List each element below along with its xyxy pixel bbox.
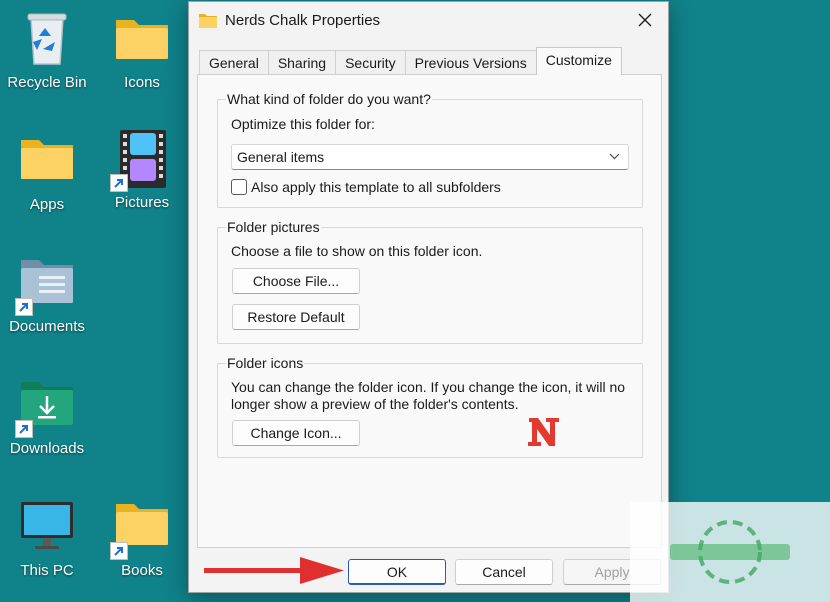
- subfolders-checkbox[interactable]: [231, 179, 247, 195]
- downloads-folder-icon: [15, 374, 77, 438]
- properties-dialog: Nerds Chalk Properties General Sharing S…: [188, 1, 669, 593]
- group-heading: What kind of folder do you want?: [226, 91, 432, 107]
- folder-pictures-group: Folder pictures Choose a file to show on…: [217, 219, 643, 344]
- choose-file-button[interactable]: Choose File...: [232, 268, 360, 294]
- desktop-icon-label: Apps: [29, 196, 65, 213]
- optimize-folder-select[interactable]: General items: [231, 144, 629, 170]
- folder-icon: [17, 130, 77, 190]
- desktop-icon-label: Pictures: [114, 194, 170, 211]
- dialog-title: Nerds Chalk Properties: [225, 11, 381, 29]
- watermark-overlay: [630, 502, 830, 602]
- optimize-label: Optimize this folder for:: [231, 116, 375, 132]
- change-icon-button[interactable]: Change Icon...: [232, 420, 360, 446]
- desktop-icon-downloads[interactable]: Downloads: [0, 374, 95, 457]
- selected-option: General items: [237, 149, 325, 165]
- ok-button[interactable]: OK: [348, 559, 446, 585]
- folder-icon: [110, 496, 172, 560]
- brand-logo-icon: [528, 418, 559, 446]
- shortcut-arrow-icon: [110, 542, 128, 560]
- tab-customize[interactable]: Customize: [535, 47, 622, 75]
- watermark-logo-icon: [670, 520, 790, 584]
- desktop-icon-label: Documents: [9, 318, 85, 335]
- customize-panel: What kind of folder do you want? Optimiz…: [197, 74, 662, 548]
- subfolders-checkbox-row[interactable]: Also apply this template to all subfolde…: [231, 179, 501, 195]
- desktop-icon-this-pc[interactable]: This PC: [0, 496, 95, 579]
- cancel-button[interactable]: Cancel: [455, 559, 553, 585]
- subfolders-checkbox-label: Also apply this template to all subfolde…: [251, 179, 501, 195]
- title-bar[interactable]: Nerds Chalk Properties: [189, 2, 668, 38]
- folder-icons-group: Folder icons You can change the folder i…: [217, 355, 643, 458]
- shortcut-arrow-icon: [15, 298, 33, 316]
- desktop-icon-pictures[interactable]: Pictures: [94, 128, 190, 211]
- close-icon: [638, 13, 652, 27]
- desktop-icon-label: This PC: [20, 562, 74, 579]
- desktop-icon-recycle-bin[interactable]: Recycle Bin: [0, 8, 95, 91]
- folder-pictures-description: Choose a file to show on this folder ico…: [231, 243, 483, 259]
- folder-type-group: What kind of folder do you want? Optimiz…: [217, 91, 643, 208]
- desktop-icon-label: Downloads: [9, 440, 85, 457]
- tab-strip: General Sharing Security Previous Versio…: [199, 47, 622, 75]
- arrow-annotation-icon: [204, 557, 344, 584]
- close-button[interactable]: [622, 2, 668, 38]
- tab-sharing[interactable]: Sharing: [267, 50, 337, 75]
- desktop-icon-icons[interactable]: Icons: [94, 8, 190, 91]
- group-heading: Folder icons: [226, 355, 305, 371]
- desktop-icon-apps[interactable]: Apps: [0, 130, 95, 213]
- tab-security[interactable]: Security: [335, 50, 406, 75]
- desktop-icon-documents[interactable]: Documents: [0, 252, 95, 335]
- restore-default-button[interactable]: Restore Default: [232, 304, 360, 330]
- group-heading: Folder pictures: [226, 219, 321, 235]
- folder-icons-description-line2: longer show a preview of the folder's co…: [231, 396, 519, 412]
- chevron-down-icon: [609, 153, 620, 160]
- desktop-icon-label: Icons: [124, 74, 160, 91]
- tab-general[interactable]: General: [199, 50, 269, 75]
- monitor-icon: [17, 496, 77, 556]
- folder-icon: [112, 8, 172, 68]
- folder-icons-description-line1: You can change the folder icon. If you c…: [231, 379, 626, 395]
- shortcut-arrow-icon: [110, 174, 128, 192]
- tab-previous-versions[interactable]: Previous Versions: [404, 50, 537, 75]
- recycle-bin-icon: [17, 8, 77, 68]
- desktop-icon-label: Recycle Bin: [7, 74, 87, 91]
- desktop-icon-books[interactable]: Books: [94, 496, 190, 579]
- video-folder-icon: [110, 128, 172, 192]
- desktop-icon-label: Books: [121, 562, 163, 579]
- folder-icon: [199, 13, 217, 28]
- documents-folder-icon: [15, 252, 77, 316]
- shortcut-arrow-icon: [15, 420, 33, 438]
